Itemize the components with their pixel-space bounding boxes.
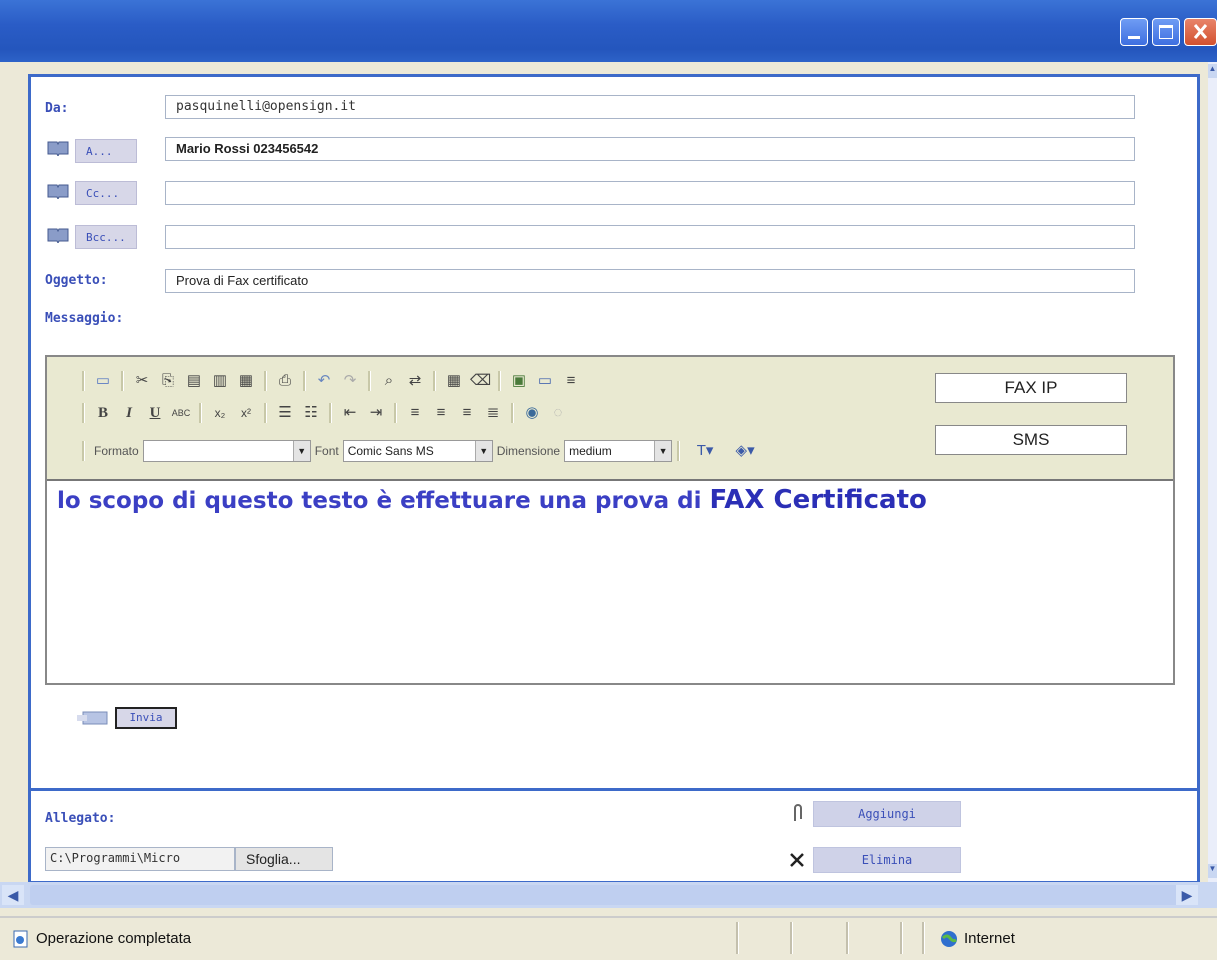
paperclip-icon <box>794 804 802 821</box>
maximize-button[interactable] <box>1152 18 1180 46</box>
bulleted-list-icon[interactable]: ☷ <box>301 403 321 423</box>
outdent-icon[interactable]: ⇤ <box>340 403 360 423</box>
to-button[interactable]: A... <box>75 139 137 163</box>
numbered-list-icon[interactable]: ☰ <box>275 403 295 423</box>
background-color-icon[interactable]: ◈▾ <box>728 441 762 461</box>
close-button[interactable] <box>1184 18 1217 46</box>
page-icon <box>13 930 28 948</box>
font-value: Comic Sans MS <box>347 444 434 458</box>
attachment-panel: Allegato: C:\Programmi\Micro Sfoglia... … <box>28 788 1200 884</box>
bcc-button[interactable]: Bcc... <box>75 225 137 249</box>
copy-icon[interactable]: ⎘ <box>158 371 178 391</box>
attachment-path-field[interactable]: C:\Programmi\Micro <box>45 847 235 871</box>
size-label: Dimensione <box>496 444 561 458</box>
scroll-right-icon[interactable]: ▶ <box>1176 885 1198 905</box>
editor-content[interactable]: lo scopo di questo testo è effettuare un… <box>57 485 927 515</box>
status-bar: Operazione completata Internet <box>0 916 1217 960</box>
delete-icon <box>790 853 804 867</box>
italic-icon[interactable]: I <box>119 403 139 423</box>
send-button[interactable]: Invia <box>115 707 177 729</box>
source-icon[interactable]: ▭ <box>93 371 113 391</box>
send-icon <box>77 711 108 725</box>
print-icon[interactable]: ⎙ <box>275 371 295 391</box>
underline-icon[interactable]: U <box>145 403 165 423</box>
page-area: Da: pasquinelli@opensign.it A... Mario R… <box>8 62 1208 884</box>
bold-icon[interactable]: B <box>93 403 113 423</box>
redo-icon[interactable]: ↷ <box>340 371 360 391</box>
toolbar-row-3: Formato ▼ Font Comic Sans MS ▼ Dimension… <box>77 437 765 465</box>
chevron-down-icon: ▼ <box>654 441 672 461</box>
close-icon <box>1193 24 1208 39</box>
chevron-down-icon: ▼ <box>292 441 310 461</box>
format-label: Formato <box>94 444 139 458</box>
find-icon[interactable]: ⌕ <box>379 371 399 391</box>
align-left-icon[interactable]: ≡ <box>405 403 425 423</box>
toolbar-row-2: B I U ABC x₂ x² ☰ ☷ ⇤ ⇥ ≡ ≡ ≡ ≣ ◉ ◌ <box>77 399 571 427</box>
to-field[interactable]: Mario Rossi 023456542 <box>165 137 1135 161</box>
status-message: Operazione completata <box>36 930 192 947</box>
align-right-icon[interactable]: ≡ <box>457 403 477 423</box>
globe-icon <box>941 931 957 947</box>
editor-toolbar: ▭ ✂ ⎘ ▤ ▥ ▦ ⎙ ↶ ↷ ⌕ ⇄ ▦ ⌫ ▣ ▭ ≡ B I U AB… <box>47 357 1173 481</box>
remove-attachment-button[interactable]: Elimina <box>813 847 961 873</box>
scroll-left-icon[interactable]: ◀ <box>2 885 24 905</box>
unlink-icon[interactable]: ◌ <box>548 403 568 423</box>
rich-text-editor: ▭ ✂ ⎘ ▤ ▥ ▦ ⎙ ↶ ↷ ⌕ ⇄ ▦ ⌫ ▣ ▭ ≡ B I U AB… <box>45 355 1175 685</box>
body-highlight: FAX Certificato <box>709 485 927 515</box>
justify-icon[interactable]: ≣ <box>483 403 503 423</box>
cc-field[interactable] <box>165 181 1135 205</box>
font-select[interactable]: Comic Sans MS ▼ <box>342 440 493 462</box>
attachment-label: Allegato: <box>45 811 116 826</box>
format-select[interactable]: ▼ <box>142 440 311 462</box>
subject-label: Oggetto: <box>45 273 108 288</box>
replace-icon[interactable]: ⇄ <box>405 371 425 391</box>
horizontal-scrollbar[interactable]: ◀ ▶ <box>0 882 1217 908</box>
subscript-icon[interactable]: x₂ <box>210 403 230 423</box>
fax-ip-button[interactable]: FAX IP <box>935 373 1127 403</box>
from-label: Da: <box>45 101 69 116</box>
table-icon[interactable]: ▦ <box>444 371 464 391</box>
image-icon[interactable]: ▣ <box>509 371 529 391</box>
undo-icon[interactable]: ↶ <box>314 371 334 391</box>
address-book-icon[interactable] <box>47 227 69 243</box>
indent-icon[interactable]: ⇥ <box>366 403 386 423</box>
body-text: lo scopo di questo testo è effettuare un… <box>57 488 702 514</box>
text-color-icon[interactable]: T▾ <box>688 441 722 461</box>
size-select[interactable]: medium ▼ <box>564 440 673 462</box>
horizontal-rule-icon[interactable]: ≡ <box>561 371 581 391</box>
vertical-scrollbar[interactable]: ▲ ▼ <box>1208 62 1217 882</box>
size-value: medium <box>569 444 612 458</box>
paste-icon[interactable]: ▤ <box>184 371 204 391</box>
chevron-down-icon: ▼ <box>474 441 492 461</box>
align-center-icon[interactable]: ≡ <box>431 403 451 423</box>
font-label: Font <box>314 444 339 458</box>
link-icon[interactable]: ◉ <box>522 403 542 423</box>
subject-field[interactable]: Prova di Fax certificato <box>165 269 1135 293</box>
toolbar-row-1: ▭ ✂ ⎘ ▤ ▥ ▦ ⎙ ↶ ↷ ⌕ ⇄ ▦ ⌫ ▣ ▭ ≡ <box>77 367 584 395</box>
minimize-button[interactable] <box>1120 18 1148 46</box>
bcc-field[interactable] <box>165 225 1135 249</box>
paste-text-icon[interactable]: ▥ <box>210 371 230 391</box>
add-attachment-button[interactable]: Aggiungi <box>813 801 961 827</box>
message-panel: Da: pasquinelli@opensign.it A... Mario R… <box>28 74 1200 814</box>
frame-icon[interactable]: ▭ <box>535 371 555 391</box>
sms-button[interactable]: SMS <box>935 425 1127 455</box>
cut-icon[interactable]: ✂ <box>132 371 152 391</box>
from-field[interactable]: pasquinelli@opensign.it <box>165 95 1135 119</box>
strikethrough-icon[interactable]: ABC <box>171 403 191 423</box>
message-label: Messaggio: <box>45 311 124 326</box>
window-titlebar <box>0 0 1217 62</box>
scroll-thumb[interactable] <box>30 885 1180 905</box>
address-book-icon[interactable] <box>47 140 69 156</box>
cc-button[interactable]: Cc... <box>75 181 137 205</box>
browse-button[interactable]: Sfoglia... <box>235 847 333 871</box>
scroll-up-icon[interactable]: ▲ <box>1208 64 1217 78</box>
superscript-icon[interactable]: x² <box>236 403 256 423</box>
security-zone: Internet <box>964 930 1015 947</box>
eraser-icon[interactable]: ⌫ <box>470 371 491 391</box>
scroll-down-icon[interactable]: ▼ <box>1208 864 1217 878</box>
paste-word-icon[interactable]: ▦ <box>236 371 256 391</box>
address-book-icon[interactable] <box>47 183 69 199</box>
